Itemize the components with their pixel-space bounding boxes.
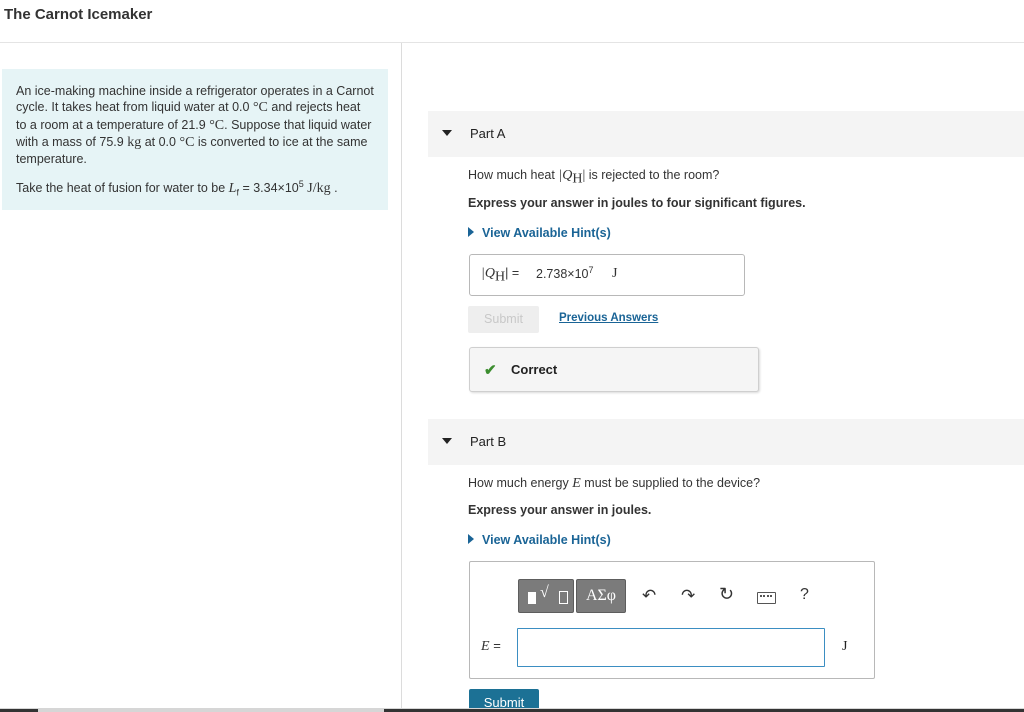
input-unit: J [842,639,848,654]
problem-statement: An ice-making machine inside a refrigera… [2,69,388,210]
greek-symbols-button[interactable]: ΑΣφ [576,579,626,613]
part-a-submit-button: Submit [468,306,539,333]
part-a-label: Part A [470,126,506,141]
answer-value: 2.738×107 [536,264,594,281]
page-title: The Carnot Icemaker [4,6,153,23]
energy-input[interactable] [517,628,825,667]
part-b-header[interactable]: Part B [428,419,1024,465]
expand-triangle-icon [468,534,474,544]
feedback-correct: ✔ Correct [469,347,759,392]
part-b-hint-toggle[interactable]: View Available Hint(s) [468,533,611,547]
answer-unit: J [612,266,618,281]
help-button[interactable]: ? [800,586,809,604]
problem-fusion: Take the heat of fusion for water to be … [16,179,338,198]
column-divider [401,43,402,712]
checkmark-icon: ✔ [484,362,497,379]
answer-lhs: |QH| = [481,266,520,285]
part-b-question: How much energy E must be supplied to th… [468,476,761,491]
keyboard-icon[interactable] [757,592,776,604]
part-a-instruction: Express your answer in joules to four si… [468,196,806,210]
templates-button[interactable]: √ [518,579,574,613]
feedback-text: Correct [511,362,558,377]
part-b-label: Part B [470,434,507,449]
part-b-instruction: Express your answer in joules. [468,503,652,517]
math-editor: √ ΑΣφ ↶ ↷ ↻ ? E = J [469,561,875,679]
part-a-hint-toggle[interactable]: View Available Hint(s) [468,226,611,240]
part-a-header[interactable]: Part A [428,111,1024,157]
collapse-caret-icon[interactable] [442,438,452,444]
input-lhs: E = [481,638,501,654]
previous-answers-link[interactable]: Previous Answers [559,312,658,324]
templates-icon [528,592,536,604]
expand-triangle-icon [468,227,474,237]
redo-icon[interactable]: ↷ [681,586,695,606]
collapse-caret-icon[interactable] [442,130,452,136]
part-a-answer: |QH| = 2.738×107 J [469,254,745,296]
undo-icon[interactable]: ↶ [642,586,656,606]
problem-intro: An ice-making machine inside a refrigera… [16,84,374,167]
header: The Carnot Icemaker [0,0,1024,43]
horizontal-scrollbar[interactable] [0,708,1024,712]
part-a-question: How much heat |QH| is rejected to the ro… [468,168,720,187]
reset-icon[interactable]: ↻ [719,584,734,605]
